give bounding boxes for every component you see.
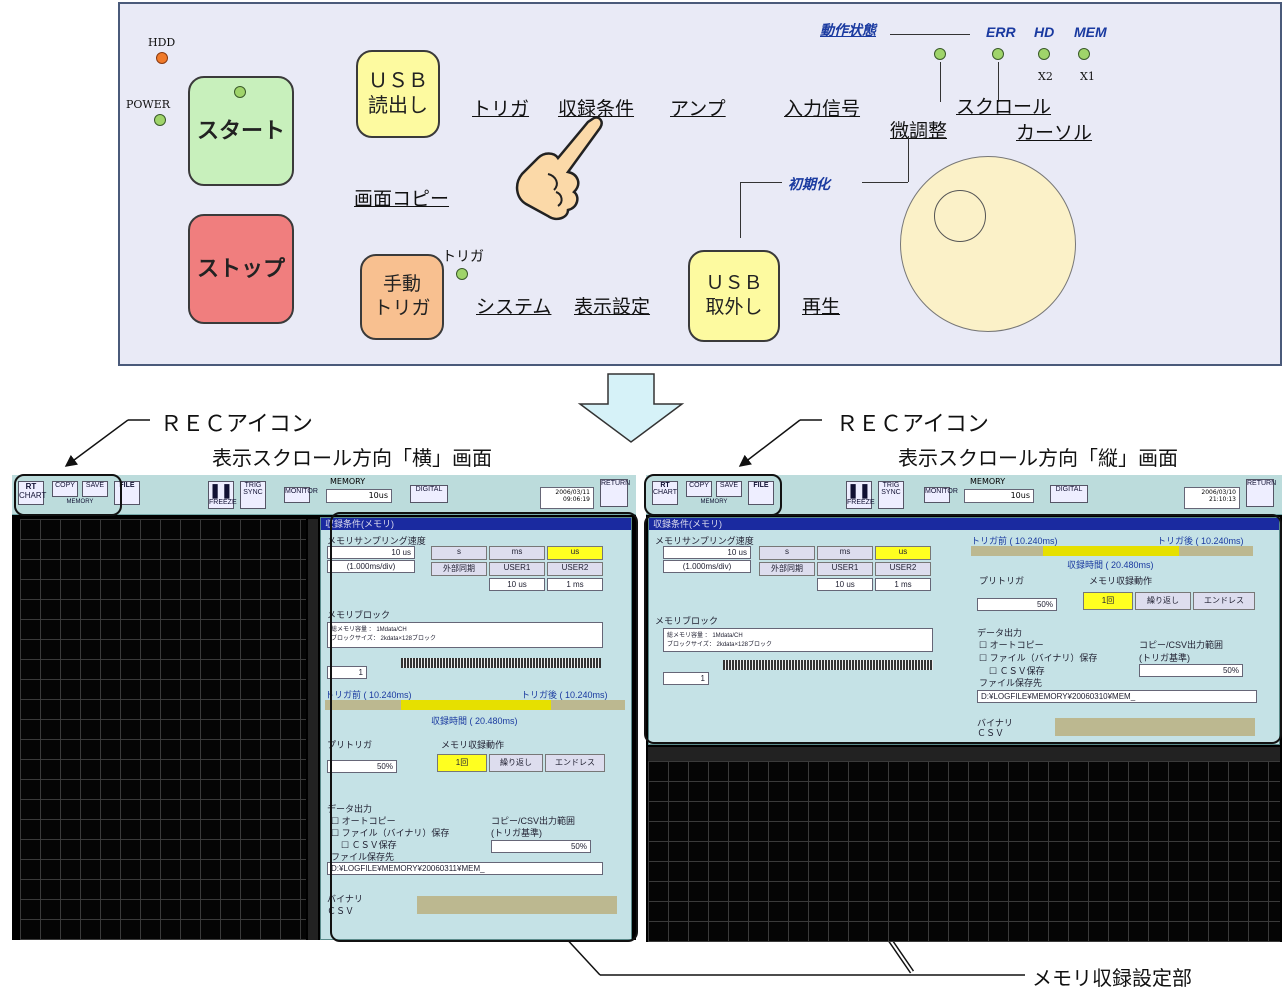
pause-icon: ❚❚ [209, 482, 233, 498]
monitor-button-right[interactable]: MONITOR [924, 487, 958, 503]
channel-marker-rail-right [648, 747, 1280, 761]
pause-icon-right: ❚❚ [847, 482, 871, 498]
return-button-right[interactable]: RETURN [1246, 479, 1276, 507]
monitor-button[interactable]: MONITOR [284, 487, 318, 503]
memory-label: MEMORY [330, 477, 366, 486]
memory-label-right: MEMORY [970, 477, 1006, 486]
memory-settings-highlight-right [644, 514, 1282, 744]
trig-sync-button-right[interactable]: TRIG SYNC [878, 481, 904, 509]
digital-button[interactable]: DIGITAL [410, 485, 448, 503]
datetime-display: 2006/03/11 09:06:19 [540, 487, 594, 509]
channel-marker-rail [308, 519, 318, 940]
time-div-field[interactable]: 10us [326, 489, 392, 503]
freeze-label-right: FREEZE [847, 499, 875, 506]
datetime-display-right: 2006/03/10 21:10:13 [1184, 487, 1240, 509]
waveform-grid-right [648, 761, 1280, 942]
freeze-button[interactable]: ❚❚ FREEZE [208, 481, 237, 509]
trig-sync-button[interactable]: TRIG SYNC [240, 481, 266, 509]
time-div-field-right[interactable]: 10us [964, 489, 1034, 503]
rec-icon-highlight-left [14, 474, 122, 516]
freeze-button-right[interactable]: ❚❚ FREEZE [846, 481, 875, 509]
memory-settings-highlight-left [330, 512, 638, 942]
freeze-label: FREEZE [209, 499, 237, 506]
return-button[interactable]: RETURN [600, 479, 630, 507]
digital-button-right[interactable]: DIGITAL [1050, 485, 1088, 503]
rec-icon-highlight-right [644, 474, 782, 516]
waveform-grid [20, 519, 306, 940]
